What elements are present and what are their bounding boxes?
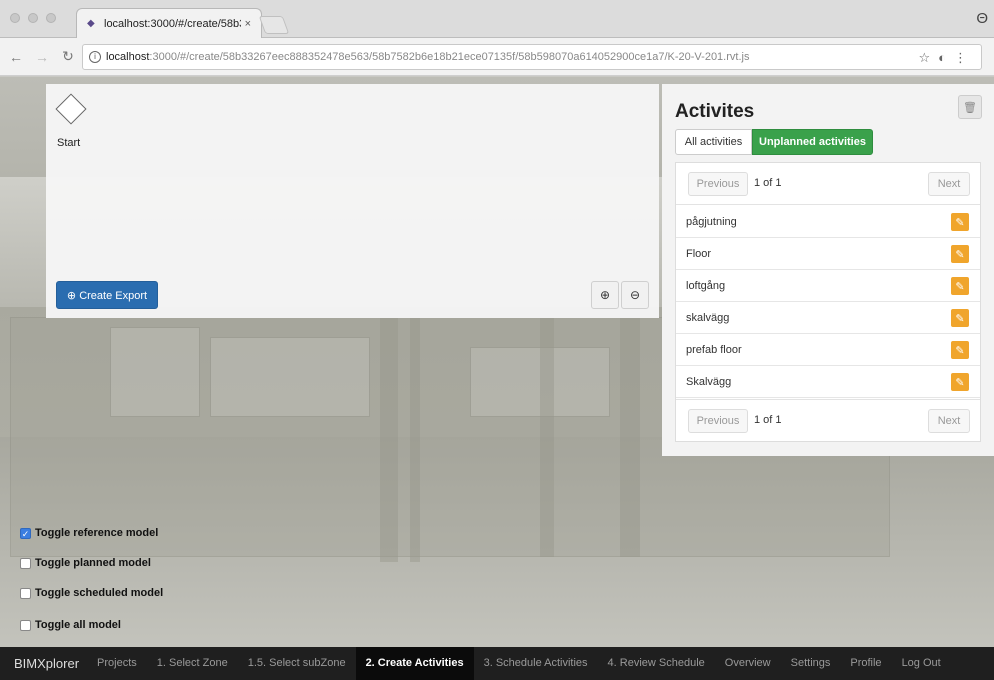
next-page-button[interactable]: Next (928, 172, 970, 196)
back-icon[interactable]: ← (6, 49, 26, 65)
nav-profile[interactable]: Profile (840, 647, 891, 680)
create-export-button[interactable]: ⊕ Create Export (56, 281, 158, 309)
toggle-scheduled-model[interactable]: Toggle scheduled model (20, 584, 220, 602)
all-model-checkbox[interactable] (20, 619, 31, 631)
activity-name: Floor (686, 248, 712, 260)
tab-unplanned-activities[interactable]: Unplanned activities (752, 129, 873, 155)
scene-pillar (380, 312, 398, 562)
list-item[interactable]: Floor ✎ (676, 238, 980, 270)
brand-logo[interactable]: BIMXplorer (14, 656, 79, 671)
window-close-dot[interactable] (10, 13, 20, 23)
activity-name: prefab floor (686, 344, 742, 356)
next-page-button[interactable]: Next (928, 409, 970, 433)
toggle-reference-model[interactable]: ✓ Toggle reference model (20, 524, 220, 542)
browser-tab[interactable]: ◆ localhost:3000/#/create/58b3 × (76, 8, 262, 38)
nav-schedule-activities[interactable]: 3. Schedule Activities (474, 647, 598, 680)
nav-select-zone[interactable]: 1. Select Zone (147, 647, 238, 680)
activity-name: pågjutning (686, 216, 737, 228)
edit-pencil-icon[interactable]: ✎ (951, 309, 969, 327)
browser-tab-title: localhost:3000/#/create/58b3 (104, 17, 241, 30)
toggle-planned-model[interactable]: Toggle planned model (20, 554, 220, 572)
trash-icon[interactable]: 🗑 (958, 95, 982, 119)
nav-settings[interactable]: Settings (781, 647, 841, 680)
page-indicator: 1 of 1 (754, 177, 782, 189)
toggle-label: Toggle reference model (35, 527, 159, 539)
nav-create-activities[interactable]: 2. Create Activities (355, 647, 474, 680)
menu-icon[interactable]: ⋮ (954, 50, 975, 65)
nav-log-out[interactable]: Log Out (892, 647, 951, 680)
previous-page-button[interactable]: Previous (688, 409, 748, 433)
nav-projects[interactable]: Projects (87, 647, 147, 680)
nav-select-subzone[interactable]: 1.5. Select subZone (238, 647, 356, 680)
toggle-label: Toggle scheduled model (35, 587, 164, 599)
new-tab-button[interactable] (258, 16, 290, 34)
scene-pillar (540, 317, 554, 557)
window-minimize-dot[interactable] (28, 13, 38, 23)
browser-toolbar: ← → ↻ i localhost:3000/#/create/58b33267… (0, 38, 994, 76)
list-item[interactable]: skalvägg ✎ (676, 302, 980, 334)
activity-name: loftgång (686, 280, 726, 292)
planned-model-checkbox[interactable] (20, 557, 31, 569)
start-node-label: Start (57, 137, 81, 149)
reference-model-checkbox[interactable]: ✓ (20, 527, 31, 539)
scene-window (210, 337, 370, 417)
forward-icon[interactable]: → (32, 49, 52, 65)
toggle-label: Toggle planned model (35, 557, 151, 569)
activities-title: Activites (675, 101, 755, 122)
zoom-out-icon[interactable]: ⊖ (621, 281, 649, 309)
profile-icon[interactable]: Θ (976, 10, 988, 27)
scene-window (110, 327, 200, 417)
previous-page-button[interactable]: Previous (688, 172, 748, 196)
pager-bottom: Previous 1 of 1 Next (676, 399, 980, 441)
nav-overview[interactable]: Overview (715, 647, 781, 680)
zoom-in-icon[interactable]: ⊕ (591, 281, 619, 309)
extension-icon[interactable]: ◐ (938, 50, 954, 65)
favicon-icon: ◆ (87, 18, 95, 29)
tab-all-activities[interactable]: All activities (675, 129, 752, 155)
edit-pencil-icon[interactable]: ✎ (951, 341, 969, 359)
edit-pencil-icon[interactable]: ✎ (951, 245, 969, 263)
address-bar[interactable]: i localhost:3000/#/create/58b33267eec888… (82, 44, 982, 70)
scene-pillar (410, 312, 420, 562)
activities-list: Previous 1 of 1 Next pågjutning ✎ Floor … (675, 162, 981, 442)
page-indicator: 1 of 1 (754, 414, 782, 426)
list-item[interactable]: pågjutning ✎ (676, 206, 980, 238)
tab-close-icon[interactable]: × (245, 18, 251, 30)
nav-review-schedule[interactable]: 4. Review Schedule (598, 647, 715, 680)
scene-pillar (620, 317, 640, 557)
url-path: :3000/#/create/58b33267eec888352478e563/… (149, 51, 750, 63)
activity-name: skalvägg (686, 312, 730, 324)
bottom-navbar: BIMXplorer Projects 1. Select Zone 1.5. … (0, 647, 994, 680)
edit-pencil-icon[interactable]: ✎ (951, 373, 969, 391)
activity-name: Skalvägg (686, 376, 732, 388)
list-item[interactable]: Skalvägg ✎ (676, 366, 980, 398)
list-item[interactable]: prefab floor ✎ (676, 334, 980, 366)
window-zoom-dot[interactable] (46, 13, 56, 23)
edit-pencil-icon[interactable]: ✎ (951, 277, 969, 295)
bookmark-star-icon[interactable]: ☆ (918, 50, 938, 65)
scheduled-model-checkbox[interactable] (20, 587, 31, 599)
toggle-all-model[interactable]: Toggle all model (20, 616, 220, 634)
info-icon[interactable]: i (89, 51, 101, 63)
reload-icon[interactable]: ↻ (58, 48, 78, 65)
edit-pencil-icon[interactable]: ✎ (951, 213, 969, 231)
pager-top: Previous 1 of 1 Next (676, 163, 980, 205)
toolbar-icons: ☆◐⋮ (918, 50, 975, 66)
url-host: localhost (106, 51, 150, 63)
list-item[interactable]: loftgång ✎ (676, 270, 980, 302)
browser-tab-bar: ◆ localhost:3000/#/create/58b3 × Θ (0, 0, 994, 38)
toggle-label: Toggle all model (35, 619, 121, 631)
